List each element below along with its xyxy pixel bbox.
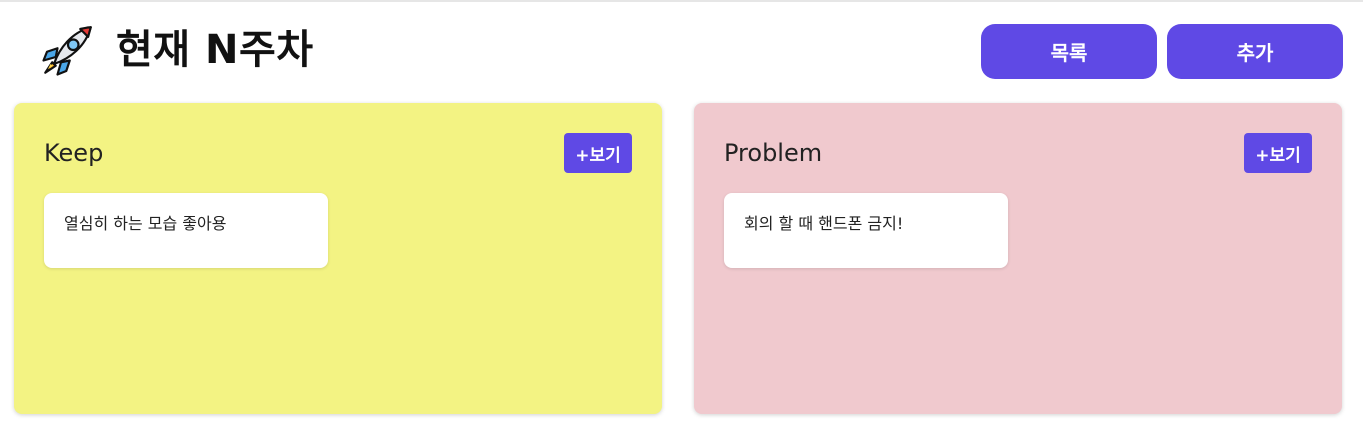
keep-note-card[interactable]: 열심히 하는 모습 좋아용	[44, 193, 328, 268]
keep-panel-title: Keep	[44, 139, 104, 167]
problem-panel: Problem +보기 회의 할 때 핸드폰 금지!	[694, 103, 1342, 414]
rocket-icon	[42, 26, 92, 76]
add-button[interactable]: 추가	[1167, 24, 1343, 79]
keep-panel: Keep +보기 열심히 하는 모습 좋아용	[14, 103, 662, 414]
problem-view-button[interactable]: +보기	[1244, 133, 1312, 173]
list-button[interactable]: 목록	[981, 24, 1157, 79]
problem-panel-title: Problem	[724, 139, 823, 167]
page-title: 현재 N주차	[116, 27, 314, 73]
title-group: 현재 N주차	[40, 22, 314, 78]
problem-note-card[interactable]: 회의 할 때 핸드폰 금지!	[724, 193, 1008, 268]
keep-view-button[interactable]: +보기	[564, 133, 632, 173]
page-header: 현재 N주차 목록 추가	[0, 2, 1363, 100]
